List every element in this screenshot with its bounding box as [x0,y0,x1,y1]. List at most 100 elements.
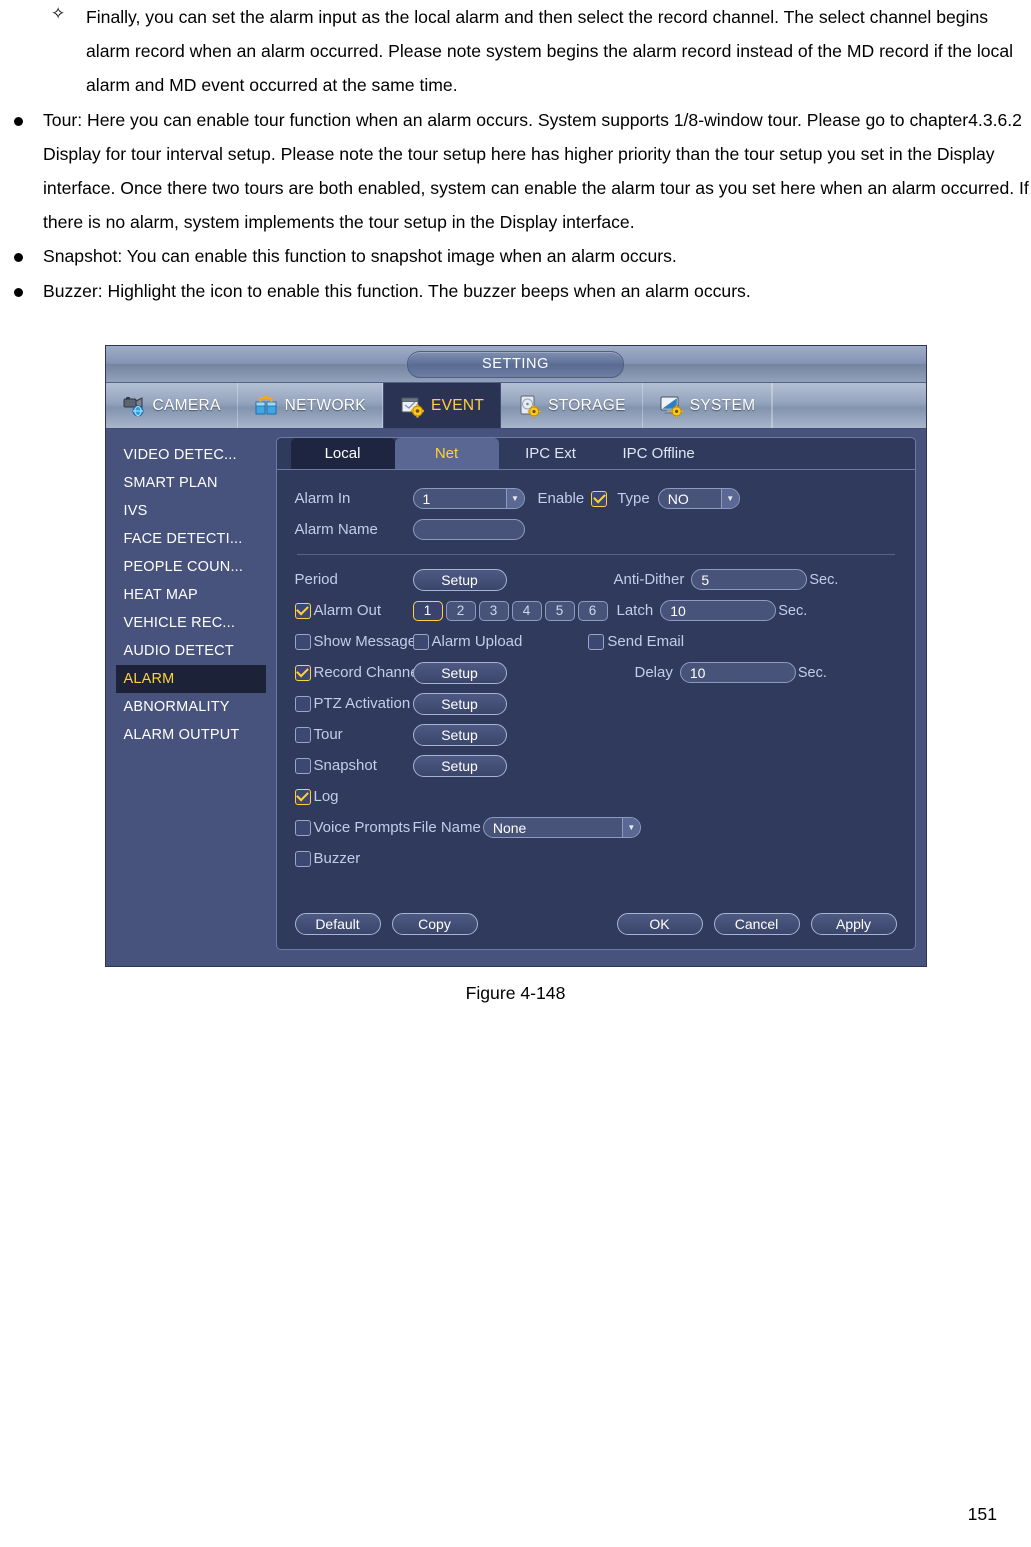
sidebar-item-smart-plan[interactable]: SMART PLAN [116,469,266,497]
sidebar-label: SMART PLAN [123,475,218,491]
period-label: Period [294,571,338,588]
delay-unit: Sec. [797,664,827,681]
alarm-out-channel-1[interactable]: 1 [412,600,443,621]
tab-storage-label: STORAGE [548,396,626,414]
document-body: Finally, you can set the alarm input as … [0,0,1031,308]
show-message-label: Show Message [313,633,417,650]
sidebar-item-alarm-output[interactable]: ALARM OUTPUT [116,721,266,749]
delay-label: Delay [634,664,673,681]
subtab-ipc-ext[interactable]: IPC Ext [499,438,603,469]
row-buzzer: Buzzer [294,844,897,873]
alarm-out-channel-2[interactable]: 2 [445,600,476,621]
tab-network[interactable]: NETWORK [238,383,383,428]
sidebar-label: AUDIO DETECT [123,643,234,659]
enable-checkbox[interactable] [591,490,608,507]
tab-camera-label: CAMERA [152,396,221,414]
latch-label: Latch [616,602,654,619]
alarm-out-label: Alarm Out [313,602,382,619]
anti-dither-label: Anti-Dither [613,571,685,588]
alarm-out-channel-6[interactable]: 6 [577,600,608,621]
alarm-out-channel-5[interactable]: 5 [544,600,575,621]
sidebar-item-alarm[interactable]: ALARM [115,665,266,693]
alarm-out-channel-3[interactable]: 3 [478,600,509,621]
send-email-checkbox[interactable] [588,633,605,650]
voice-prompts-label: Voice Prompts [313,819,411,836]
anti-dither-input[interactable]: 5 [691,569,808,590]
cancel-button[interactable]: Cancel [713,913,800,935]
send-email-label: Send Email [607,633,685,650]
row-ptz: PTZ Activation Setup [294,689,897,718]
row-alarm-name: Alarm Name [295,515,897,544]
row-snapshot: Snapshot Setup [294,751,897,780]
alarm-upload-label: Alarm Upload [431,633,523,650]
sidebar-item-ivs[interactable]: IVS [116,497,266,525]
snapshot-checkbox[interactable] [294,757,311,774]
tab-event[interactable]: EVENT [382,383,502,428]
sidebar-item-heat-map[interactable]: HEAT MAP [116,581,266,609]
snapshot-setup-button[interactable]: Setup [412,754,507,777]
file-name-select[interactable]: None ▼ [482,817,641,838]
alarm-in-label: Alarm In [294,490,351,507]
sidebar-label: ABNORMALITY [123,699,230,715]
tab-system[interactable]: SYSTEM [643,383,773,428]
buzzer-checkbox[interactable] [294,850,311,867]
sidebar-label: ALARM [123,671,175,687]
alarm-out-channel-4[interactable]: 4 [511,600,542,621]
chevron-down-icon: ▼ [720,489,739,508]
voice-prompts-checkbox[interactable] [294,819,311,836]
row-tour: Tour Setup [294,720,897,749]
sidebar-item-audio-detect[interactable]: AUDIO DETECT [116,637,266,665]
tour-setup-button[interactable]: Setup [412,723,507,746]
alarm-upload-checkbox[interactable] [412,633,429,650]
period-setup-button[interactable]: Setup [412,568,507,591]
subtab-label: IPC Offline [622,445,695,462]
alarm-name-input[interactable] [412,519,525,540]
network-icon [254,394,278,418]
sidebar-item-face-detect[interactable]: FACE DETECTI... [116,525,266,553]
log-checkbox[interactable] [294,788,311,805]
row-record-channel: Record Channel Setup Delay 10 Sec. [294,658,897,687]
chevron-down-icon: ▼ [621,818,640,837]
tab-camera[interactable]: CAMERA [106,383,238,428]
subtab-net[interactable]: Net [394,438,499,469]
latch-input[interactable]: 10 [660,600,777,621]
event-sidebar: VIDEO DETEC... SMART PLAN IVS FACE DETEC… [115,437,266,950]
chevron-down-icon: ▼ [505,489,524,508]
ptz-setup-button[interactable]: Setup [412,692,507,715]
record-channel-checkbox[interactable] [294,664,311,681]
sidebar-label: VIDEO DETEC... [123,447,237,463]
alarm-in-value: 1 [422,490,431,507]
snapshot-group: Snapshot [294,757,413,774]
record-channel-label: Record Channel [313,664,422,681]
tour-checkbox[interactable] [294,726,311,743]
subtab-local[interactable]: Local [290,438,395,469]
row-alarm-in: Alarm In 1 ▼ Enable Type NO ▼ [295,484,897,513]
copy-button[interactable]: Copy [391,913,478,935]
alarm-out-checkbox[interactable] [294,602,311,619]
record-channel-setup-button[interactable]: Setup [412,661,507,684]
camera-icon [122,394,146,418]
latch-unit: Sec. [778,602,808,619]
sidebar-item-video-detect[interactable]: VIDEO DETEC... [116,441,266,469]
alarm-in-select[interactable]: 1 ▼ [412,488,525,509]
figure-block: SETTING CAMERA NETWORK EVENT STORAGE SYS… [0,345,1031,1004]
main-tab-bar: CAMERA NETWORK EVENT STORAGE SYSTEM [105,383,926,429]
bullet-list: Finally, you can set the alarm input as … [0,0,1031,308]
sidebar-item-people-count[interactable]: PEOPLE COUN... [116,553,266,581]
ok-button[interactable]: OK [616,913,703,935]
default-button[interactable]: Default [294,913,381,935]
window-title: SETTING [407,350,624,378]
apply-button[interactable]: Apply [810,913,897,935]
show-message-checkbox[interactable] [294,633,311,650]
tab-storage[interactable]: STORAGE [501,383,643,428]
delay-input[interactable]: 10 [679,662,796,683]
alarm-upload-group: Alarm Upload [412,633,523,650]
ptz-checkbox[interactable] [294,695,311,712]
type-select[interactable]: NO ▼ [657,488,740,509]
subtab-ipc-offline[interactable]: IPC Offline [603,438,715,469]
alarm-name-label: Alarm Name [294,521,378,538]
window-titlebar: SETTING [105,346,926,383]
sidebar-item-abnormality[interactable]: ABNORMALITY [116,693,266,721]
sidebar-item-vehicle-rec[interactable]: VEHICLE REC... [116,609,266,637]
paragraph-finally: Finally, you can set the alarm input as … [43,0,1031,103]
